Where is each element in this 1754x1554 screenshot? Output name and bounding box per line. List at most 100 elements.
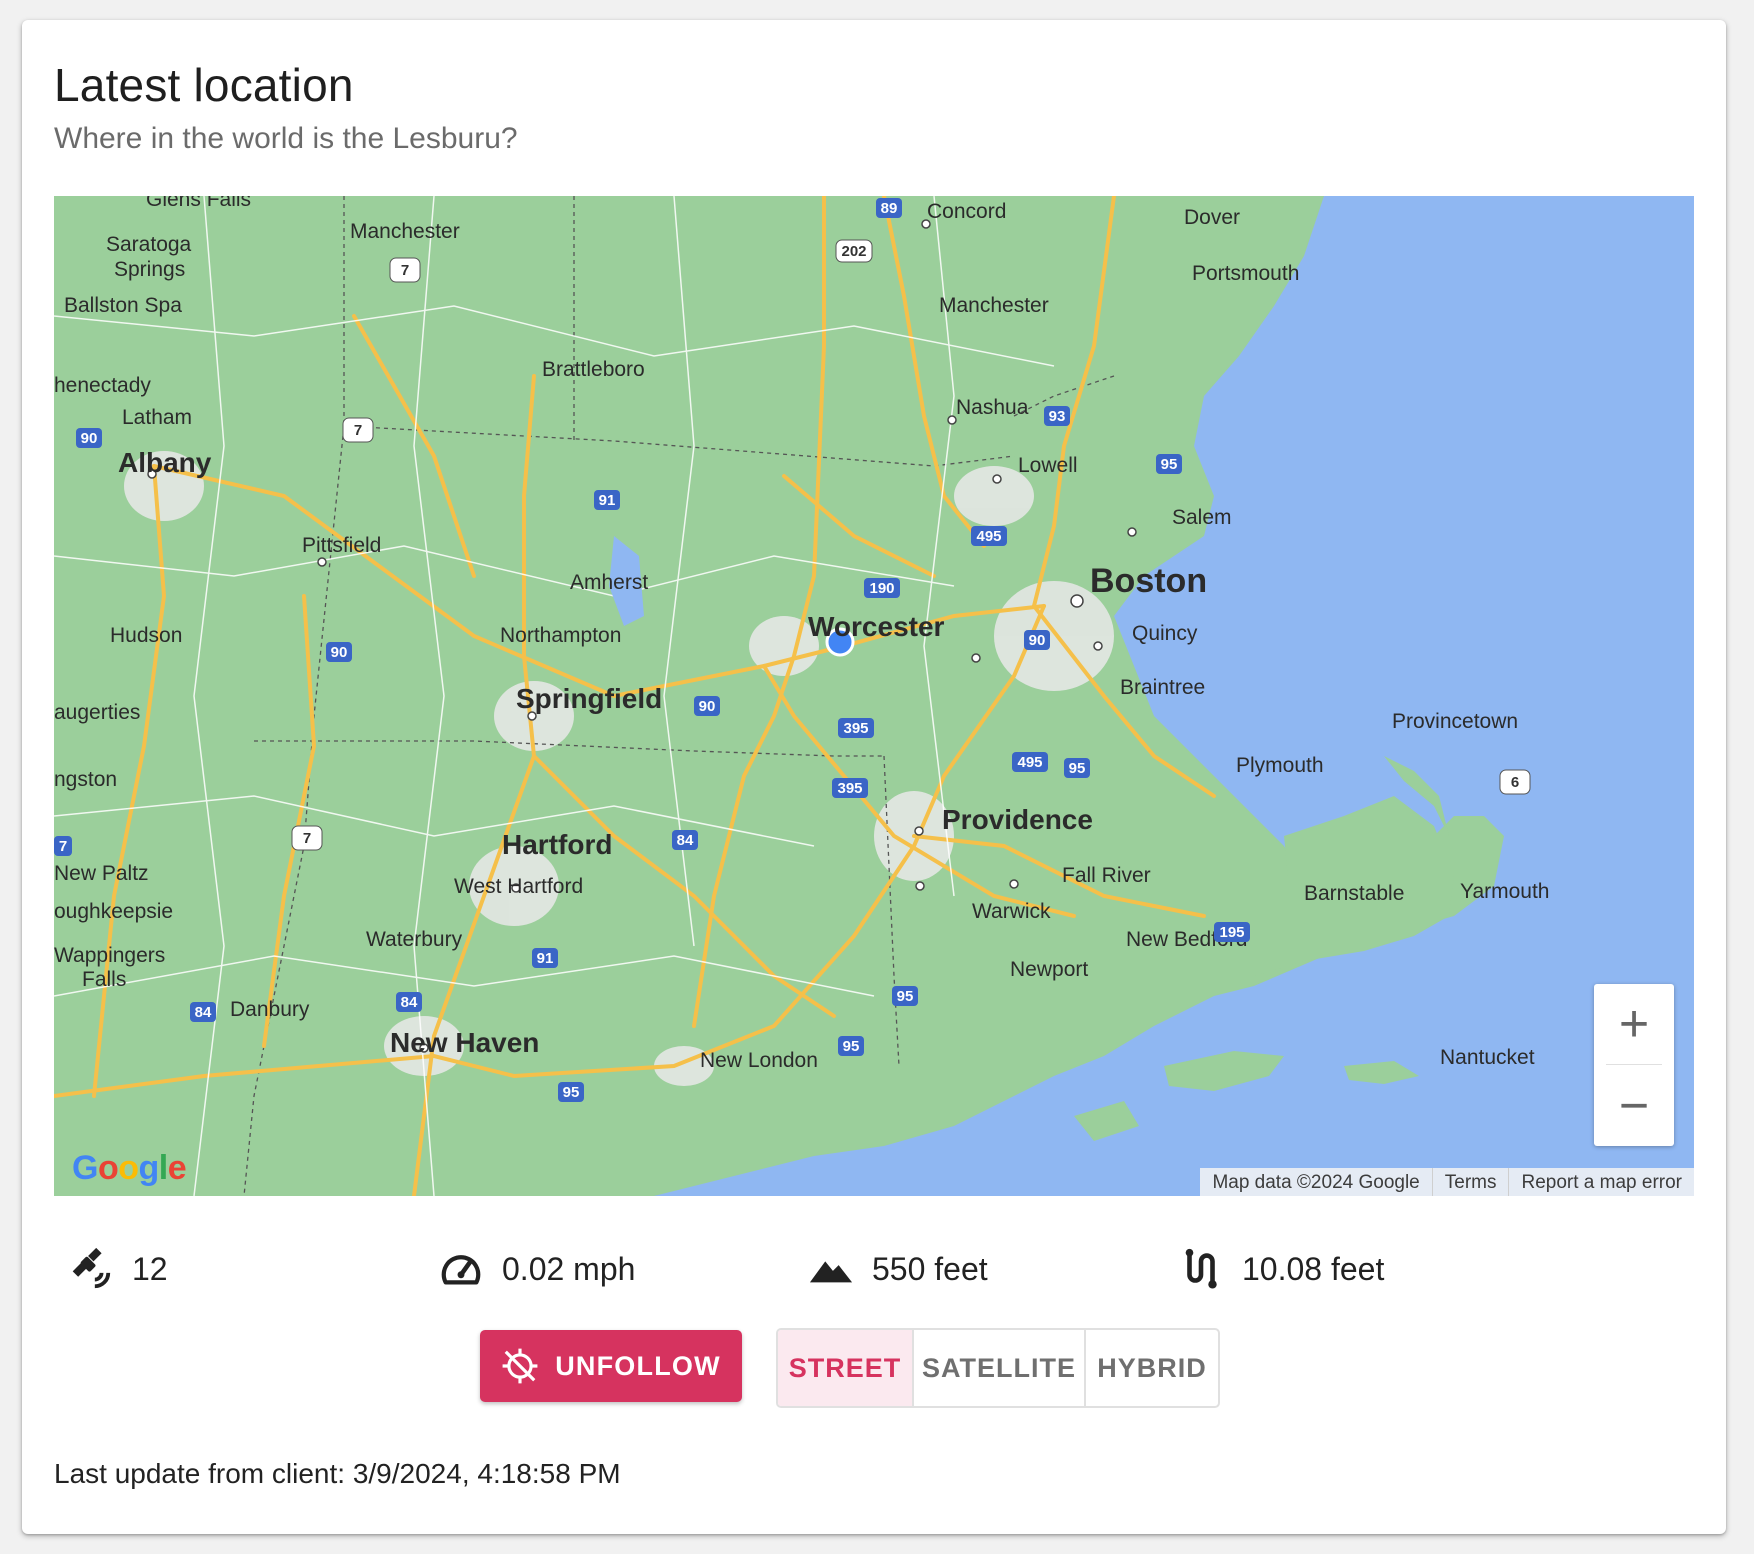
svg-text:84: 84 [401,994,418,1011]
svg-text:95: 95 [843,1038,860,1055]
svg-text:7: 7 [59,838,67,855]
report-error-link[interactable]: Report a map error [1508,1168,1694,1196]
card-subtitle: Where in the world is the Lesburu? [54,122,518,155]
shield-icon: 95 [892,986,918,1006]
map-label: Albany [118,447,212,478]
marthas-vineyard [1164,1051,1284,1091]
terms-link[interactable]: Terms [1431,1168,1509,1196]
map-label: oughkeepsie [54,900,173,923]
map-label: Boston [1090,562,1207,600]
map-type-street-button[interactable]: STREET [778,1330,914,1406]
route-icon [1185,1248,1217,1289]
shield-icon: 7 [389,257,421,283]
mountain-icon [809,1261,853,1283]
map-type-satellite-button[interactable]: SATELLITE [914,1330,1086,1406]
map-type-hybrid-button[interactable]: HYBRID [1086,1330,1218,1406]
map-label: Falls [82,968,126,991]
svg-text:95: 95 [1161,456,1178,473]
map-label: Plymouth [1236,754,1324,777]
map-label: Providence [942,804,1093,835]
google-logo[interactable]: Google [72,1149,187,1188]
map-label: Quincy [1132,622,1198,645]
svg-text:89: 89 [881,200,898,217]
map-label: Brattleboro [542,358,645,381]
satellite-icon [72,1247,111,1289]
svg-text:93: 93 [1049,408,1066,425]
speed-stat: 0.02 mph [438,1246,635,1292]
svg-text:7: 7 [354,422,362,439]
map-label: Hartford [502,829,612,860]
shield-icon: 190 [864,578,900,598]
svg-text:7: 7 [303,830,311,847]
map-label: Saratoga [106,233,192,256]
shield-icon: 95 [838,1036,864,1056]
map-label: Glens Falls [146,196,251,211]
shield-icon: 495 [1012,752,1048,772]
map-label: Salem [1172,506,1232,529]
altitude-stat: 550 feet [808,1246,988,1292]
map-canvas[interactable]: Glens Falls Saratoga Springs Ballston Sp… [54,196,1694,1196]
map-label: ngston [54,768,117,791]
svg-text:395: 395 [843,720,868,737]
shield-icon: 7 [54,836,72,856]
shield-icon: 495 [971,526,1007,546]
shield-icon: 90 [326,642,352,662]
svg-text:95: 95 [1069,760,1086,777]
shield-icon: 6 [1499,769,1531,795]
map-label: Pittsfield [302,534,381,557]
stats-row: 12 0.02 mph 550 feet 10.08 feet [54,1246,1694,1296]
zoom-out-button[interactable]: − [1594,1066,1674,1146]
map-label: Amherst [570,571,648,594]
svg-text:90: 90 [699,698,716,715]
map-label: Fall River [1062,864,1151,887]
svg-text:90: 90 [331,644,348,661]
shield-icon: 93 [1044,406,1070,426]
map-label: henectady [54,374,151,397]
map-label: Concord [927,200,1006,223]
shield-icon: 90 [76,428,102,448]
map-label: New London [700,1049,818,1072]
accuracy-value: 10.08 feet [1242,1250,1385,1287]
zoom-control: + − [1594,984,1674,1146]
gps-off-icon [502,1348,538,1384]
svg-text:90: 90 [1029,632,1046,649]
map-label: Springfield [516,683,662,714]
map-label: Waterbury [366,928,463,951]
map-label: augerties [54,701,140,724]
nantucket-island [1344,1061,1419,1084]
shield-icon: 89 [876,198,902,218]
map-label: Worcester [808,611,945,642]
accuracy-stat: 10.08 feet [1178,1246,1384,1292]
map-label: Northampton [500,624,621,647]
unfollow-button[interactable]: UNFOLLOW [480,1330,742,1402]
svg-text:91: 91 [599,492,616,509]
shield-icon: 91 [594,490,620,510]
satellites-stat: 12 [68,1246,168,1292]
shield-icon: 95 [1064,758,1090,778]
altitude-value: 550 feet [872,1250,988,1287]
svg-text:395: 395 [837,780,862,797]
map-view[interactable]: Glens Falls Saratoga Springs Ballston Sp… [54,196,1694,1196]
map-type-toggle: STREET SATELLITE HYBRID [776,1328,1220,1408]
map-label: New Haven [390,1027,539,1058]
satellites-value: 12 [132,1250,168,1287]
shield-icon: 7 [291,825,323,851]
unfollow-label: UNFOLLOW [555,1350,721,1381]
map-attribution: Map data ©2024 Google Terms Report a map… [1200,1168,1694,1196]
map-label: Yarmouth [1460,880,1550,903]
map-label: Springs [114,258,185,281]
shield-icon: 84 [190,1002,216,1022]
map-label: Lowell [1018,454,1078,477]
shield-icon: 195 [1214,922,1250,942]
shield-icon: 84 [672,830,698,850]
map-label: Danbury [230,998,310,1021]
svg-text:495: 495 [976,528,1001,545]
shield-icon: 395 [838,718,874,738]
zoom-in-button[interactable]: + [1594,984,1674,1064]
last-update-text: Last update from client: 3/9/2024, 4:18:… [54,1458,621,1489]
zoom-divider [1606,1064,1662,1065]
map-label: Dover [1184,206,1240,229]
card-title: Latest location [54,59,354,111]
map-label: West Hartford [454,875,583,898]
location-card: Latest location Where in the world is th… [22,20,1726,1534]
